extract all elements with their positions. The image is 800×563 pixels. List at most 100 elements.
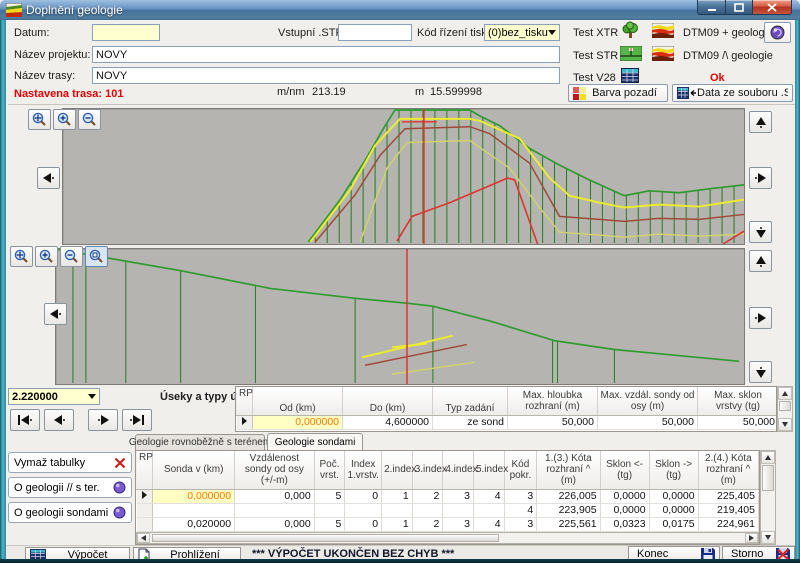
table-cell[interactable] <box>314 503 345 517</box>
barva-pozadi-button[interactable]: Barva pozadí <box>568 84 668 102</box>
table-cell[interactable]: 0 <box>345 517 382 531</box>
table-cell[interactable] <box>345 503 382 517</box>
minimize-button[interactable] <box>697 0 726 15</box>
column-header[interactable]: Poč. vrst. <box>314 451 345 489</box>
column-header[interactable]: 3.index <box>412 451 443 489</box>
table-cell[interactable]: 4,600000 <box>343 415 433 429</box>
scrollbar-track[interactable] <box>778 400 792 418</box>
scrollbar-thumb[interactable] <box>762 465 774 491</box>
table-cell[interactable]: 50,000 <box>598 415 698 429</box>
scrollbar-thumb[interactable] <box>779 401 791 411</box>
table-cell[interactable]: 225,405 <box>698 489 758 503</box>
nav-next-button[interactable] <box>88 409 118 431</box>
data-str-button[interactable]: Data ze souboru .STR <box>672 84 793 102</box>
scroll-up-button-1[interactable] <box>749 111 772 133</box>
table-cell[interactable]: 225,561 <box>537 517 600 531</box>
pan-zoom-button-2[interactable] <box>10 246 33 267</box>
table-cell[interactable]: 4 <box>473 489 504 503</box>
sondy-table-hscrollbar[interactable] <box>136 532 759 544</box>
column-header[interactable]: Typ zadání <box>433 387 508 415</box>
table-cell[interactable]: 3 <box>504 489 537 503</box>
sondy-table-vscrollbar[interactable] <box>760 450 776 545</box>
column-header[interactable]: Sklon <- (tg) <box>600 451 649 489</box>
zoom-out-button-2[interactable] <box>60 246 83 267</box>
table-cell[interactable]: 0 <box>345 489 382 503</box>
column-header[interactable]: Max. sklon vrstvy (tg) <box>698 387 778 415</box>
zoom-window-button-2[interactable] <box>85 246 108 267</box>
scroll-right-button-2[interactable] <box>749 307 772 329</box>
info-swirl-button[interactable] <box>764 22 791 43</box>
table-cell[interactable]: 50,000 <box>698 415 778 429</box>
o-geologii-sondami-button[interactable]: O geologii sondami <box>8 502 132 523</box>
scrollbar-down-button[interactable] <box>761 531 775 544</box>
table-row[interactable]: 0,0000000,0005012343226,0050,00000,00002… <box>137 489 759 503</box>
row-marker[interactable] <box>137 489 153 503</box>
zoom-in-button-2[interactable] <box>35 246 58 267</box>
table-cell[interactable]: ze sond <box>433 415 508 429</box>
scrollbar-up-button[interactable] <box>761 451 775 464</box>
column-header[interactable]: Do (km) <box>343 387 433 415</box>
table-cell[interactable]: 4 <box>504 503 537 517</box>
table-cell[interactable]: 224,961 <box>698 517 758 531</box>
table-cell[interactable]: 3 <box>443 489 474 503</box>
scroll-up-button-2[interactable] <box>749 250 772 272</box>
table-cell[interactable]: 0,0175 <box>649 517 698 531</box>
scrollbar-down-button[interactable] <box>778 418 792 431</box>
column-header[interactable]: Max. vzdál. sondy od osy (m) <box>598 387 698 415</box>
table-cell[interactable]: 50,000 <box>508 415 598 429</box>
nav-first-button[interactable] <box>10 409 40 431</box>
table-cell[interactable]: 0,000000 <box>153 489 235 503</box>
zoom-in-button-1[interactable] <box>53 109 76 130</box>
table-row[interactable]: 0,0000004,600000ze sond50,00050,00050,00… <box>237 415 778 429</box>
table-cell[interactable]: 0,000000 <box>253 415 343 429</box>
close-button[interactable] <box>753 0 792 15</box>
table-cell[interactable] <box>412 503 443 517</box>
column-header[interactable]: Index 1.vrstv. <box>345 451 382 489</box>
table-cell[interactable]: 2 <box>412 517 443 531</box>
table-cell[interactable]: 5 <box>314 489 345 503</box>
longitudinal-canvas[interactable] <box>56 249 744 384</box>
row-marker[interactable] <box>237 415 253 429</box>
scrollbar-right-button[interactable] <box>745 533 758 543</box>
column-header[interactable]: Kód pokr. <box>504 451 537 489</box>
scroll-left-button-2[interactable] <box>44 303 67 325</box>
scroll-down-button-1[interactable] <box>749 221 772 243</box>
table-cell[interactable]: 0,0000 <box>600 503 649 517</box>
scrollbar-left-button[interactable] <box>137 533 150 543</box>
column-header[interactable]: 5.index <box>473 451 504 489</box>
scrollbar-track[interactable] <box>761 464 775 531</box>
column-header[interactable]: 1.(3.) Kóta rozhraní ^ (m) <box>537 451 600 489</box>
table-cell[interactable]: 219,405 <box>698 503 758 517</box>
scroll-right-button-1[interactable] <box>749 167 772 189</box>
tab-geologie-rovnobezne[interactable]: Geologie rovnoběžně s terénem <box>135 434 265 450</box>
scroll-left-button-1[interactable] <box>37 167 60 189</box>
table-cell[interactable]: 0,000 <box>235 517 315 531</box>
table-row[interactable]: 0,0200000,0005012343225,5610,03230,01752… <box>137 517 759 531</box>
tab-geologie-sondami[interactable]: Geologie sondami <box>267 433 363 450</box>
kod-tisku-select[interactable]: (0)bez_tisku <box>484 24 560 41</box>
maximize-button[interactable] <box>726 0 753 15</box>
table-cell[interactable]: 0,0323 <box>600 517 649 531</box>
nazev-projektu-input[interactable] <box>92 46 560 63</box>
nav-prev-button[interactable] <box>44 409 74 431</box>
table-cell[interactable]: 0,020000 <box>153 517 235 531</box>
table-cell[interactable] <box>473 503 504 517</box>
datum-input[interactable] <box>92 24 160 41</box>
table-cell[interactable]: 0,0000 <box>649 503 698 517</box>
table-cell[interactable]: 0,0000 <box>649 489 698 503</box>
table-cell[interactable]: 3 <box>443 517 474 531</box>
table-cell[interactable] <box>153 503 235 517</box>
table-cell[interactable] <box>235 503 315 517</box>
vstupni-str-input[interactable] <box>338 24 412 41</box>
scrollbar-track[interactable] <box>150 533 745 543</box>
column-header[interactable]: Sonda v (km) <box>153 451 235 489</box>
column-header[interactable]: Od (km) <box>253 387 343 415</box>
table-cell[interactable]: 5 <box>314 517 345 531</box>
table-cell[interactable] <box>443 503 474 517</box>
scrollbar-up-button[interactable] <box>778 387 792 400</box>
column-header[interactable]: Max. hloubka rozhraní (m) <box>508 387 598 415</box>
column-header[interactable]: 2.(4.) Kóta rozhraní ^ (m) <box>698 451 758 489</box>
row-marker[interactable] <box>137 503 153 517</box>
table-row[interactable]: 4223,9050,00000,0000219,405 <box>137 503 759 517</box>
vymaz-tabulky-button[interactable]: Vymaž tabulky <box>8 452 132 473</box>
